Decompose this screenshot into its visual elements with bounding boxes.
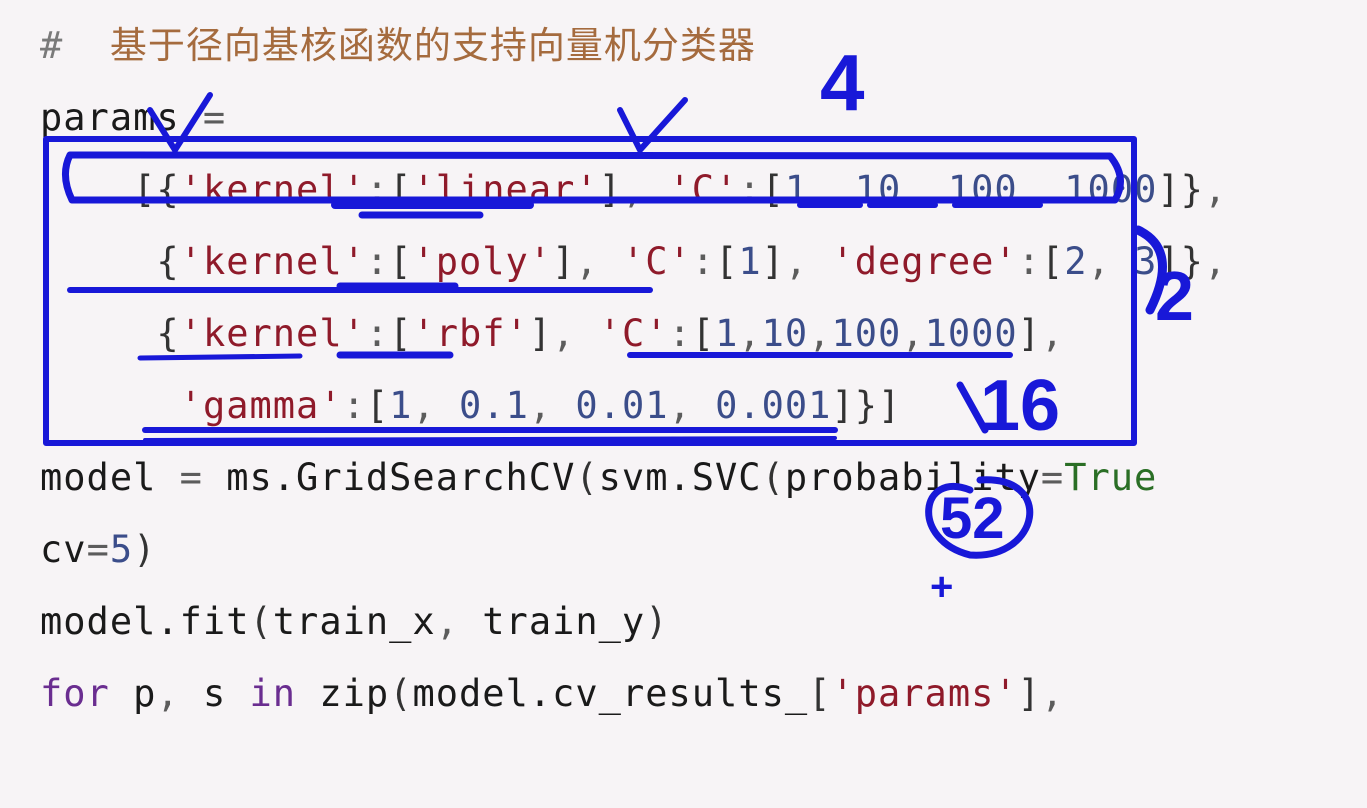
- code-block: # 基于径向基核函数的支持向量机分类器 params = [{'kernel':…: [0, 0, 1367, 808]
- comment-line: # 基于径向基核函数的支持向量机分类器: [40, 24, 756, 67]
